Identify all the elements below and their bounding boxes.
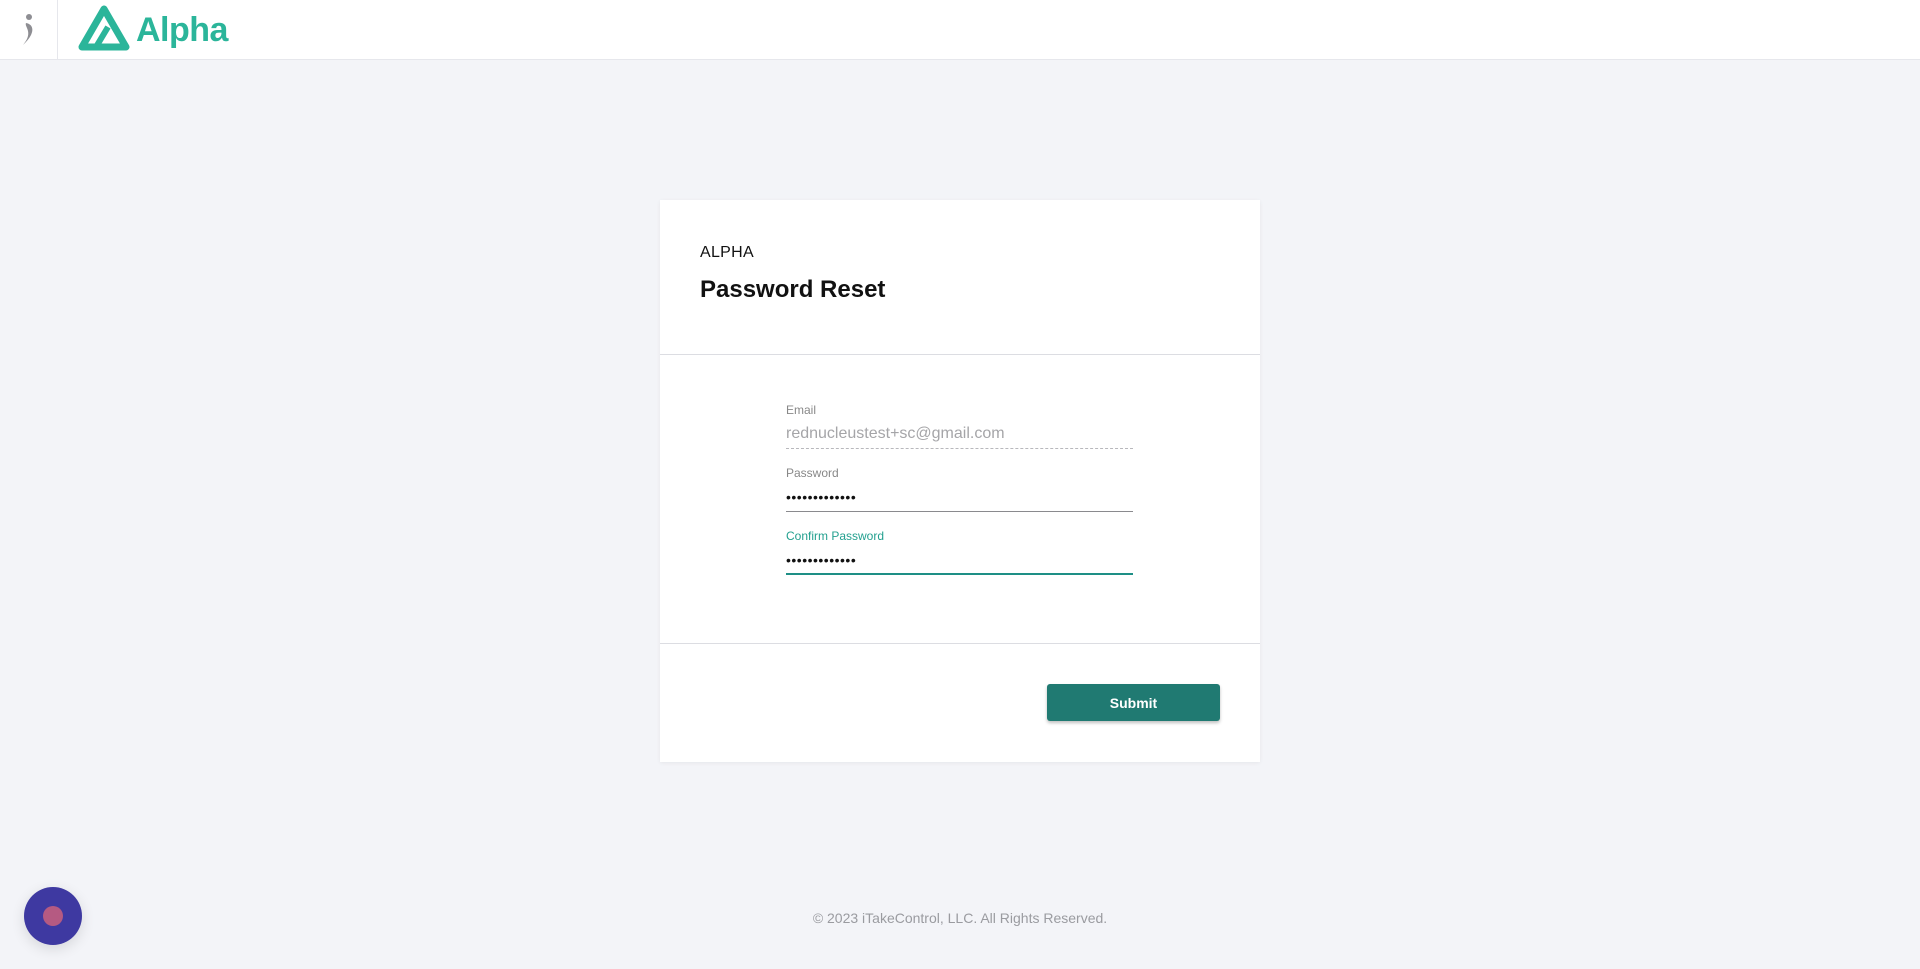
top-navbar: Alpha: [0, 0, 1920, 60]
confirm-password-label: Confirm Password: [786, 529, 885, 543]
password-label: Password: [786, 466, 839, 480]
chat-launcher-icon[interactable]: [24, 887, 82, 945]
password-reset-card: ALPHA Password Reset Email rednucleustes…: [660, 200, 1260, 762]
email-label: Email: [786, 403, 817, 417]
confirm-password-field-group: Confirm Password •••••••••••••: [786, 529, 1133, 592]
card-header: ALPHA Password Reset: [660, 200, 1260, 355]
password-input[interactable]: •••••••••••••: [786, 482, 1133, 512]
chat-dot: [43, 906, 63, 926]
submit-button[interactable]: Submit: [1047, 684, 1220, 721]
card-eyebrow: ALPHA: [700, 244, 754, 261]
confirm-password-input[interactable]: •••••••••••••: [786, 545, 1133, 575]
page-title: Password Reset: [700, 276, 886, 303]
card-footer: Submit: [660, 644, 1260, 761]
card-form: Email rednucleustest+sc@gmail.com Passwo…: [660, 355, 1260, 644]
email-field-group: Email rednucleustest+sc@gmail.com: [786, 403, 1133, 466]
copyright-footer: © 2023 iTakeControl, LLC. All Rights Res…: [812, 910, 1108, 926]
brand-name: Alpha: [136, 10, 228, 49]
email-field: rednucleustest+sc@gmail.com: [786, 419, 1133, 449]
password-field-group: Password •••••••••••••: [786, 466, 1133, 529]
brand-logo[interactable]: Alpha: [78, 5, 228, 56]
alpha-triangle-icon: [78, 5, 130, 56]
person-figure-icon[interactable]: [0, 0, 58, 59]
